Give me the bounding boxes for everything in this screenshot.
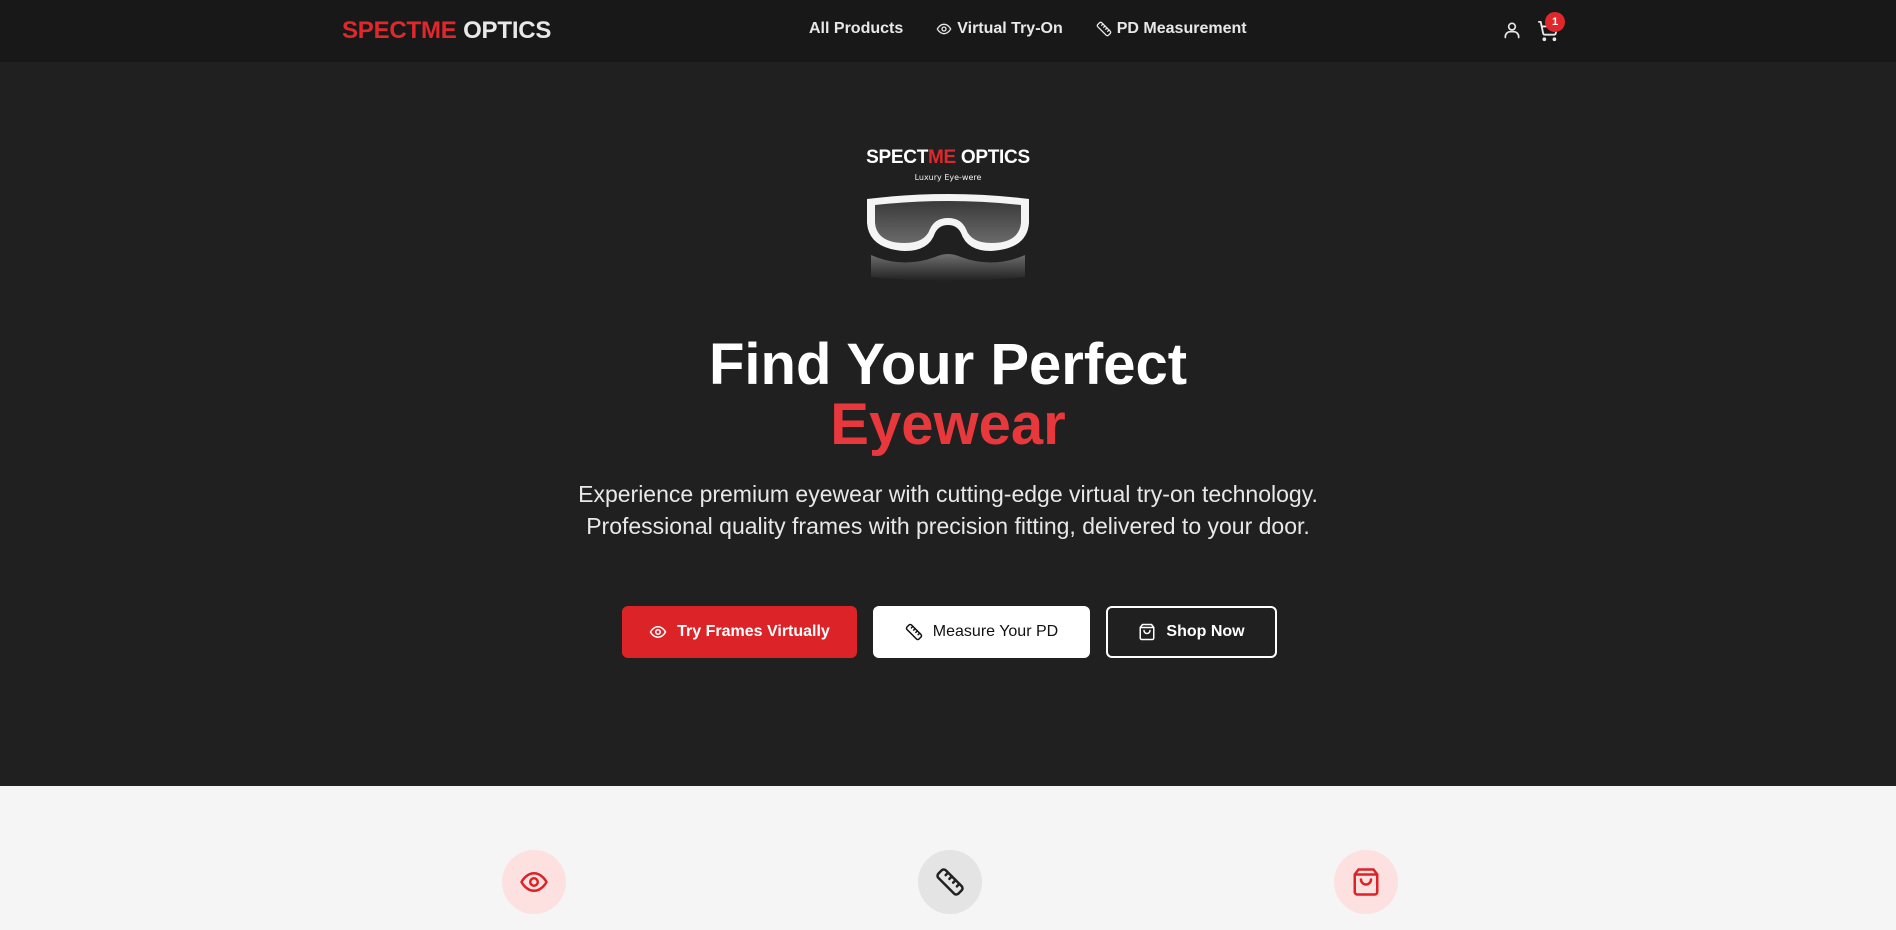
ruler-icon (905, 623, 923, 641)
ruler-icon (1096, 21, 1112, 37)
nav-virtual-try-on-label: Virtual Try-On (957, 20, 1063, 37)
eye-icon (649, 626, 667, 638)
hero-headline: Find Your Perfect Eyewear (0, 335, 1896, 455)
hero-section: SPECTME OPTICS Luxury Eye-were Find Your… (0, 62, 1896, 786)
eye-icon (520, 872, 548, 892)
main-nav: All Products Virtual Try-On PD Measureme… (809, 20, 1247, 38)
logo-red-text: SPECTME (342, 17, 457, 44)
brand-title-part2: ME (928, 147, 956, 168)
headline-line1: Find Your Perfect (708, 332, 1188, 397)
measure-pd-button[interactable]: Measure Your PD (873, 606, 1090, 658)
nav-virtual-try-on[interactable]: Virtual Try-On (936, 20, 1063, 38)
cart-count-badge: 1 (1545, 12, 1565, 32)
nav-pd-measurement[interactable]: PD Measurement (1096, 20, 1247, 38)
headline-accent: Eyewear (830, 392, 1066, 457)
ruler-icon (936, 868, 964, 896)
top-navbar: SPECTME OPTICS All Products Virtual Try-… (0, 0, 1896, 62)
brand-logo-title: SPECTME OPTICS (848, 147, 1048, 169)
nav-all-products[interactable]: All Products (809, 20, 903, 38)
user-account-icon[interactable] (1502, 20, 1522, 40)
hero-description: Experience premium eyewear with cutting-… (578, 481, 1318, 539)
logo-white-text: OPTICS (456, 17, 552, 44)
try-frames-button[interactable]: Try Frames Virtually (622, 606, 857, 658)
sunglasses-illustration (867, 194, 1029, 281)
shop-now-label: Shop Now (1166, 623, 1245, 640)
brand-logo-image: SPECTME OPTICS Luxury Eye-were (848, 147, 1048, 282)
site-logo[interactable]: SPECTME OPTICS (342, 17, 551, 45)
shopping-bag-icon (1139, 623, 1155, 641)
feature-pd-badge (918, 850, 982, 914)
eye-icon (936, 23, 952, 35)
brand-title-part1: SPECT (866, 147, 929, 168)
features-section (0, 786, 1896, 930)
feature-try-on-badge (502, 850, 566, 914)
feature-shop-badge (1334, 850, 1398, 914)
measure-pd-label: Measure Your PD (932, 623, 1059, 640)
brand-logo-subtitle: Luxury Eye-were (914, 173, 982, 182)
shop-now-button[interactable]: Shop Now (1106, 606, 1277, 658)
nav-all-products-label: All Products (809, 20, 904, 37)
brand-title-part3: OPTICS (955, 147, 1030, 168)
shopping-bag-icon (1353, 868, 1379, 896)
nav-pd-measurement-label: PD Measurement (1116, 20, 1247, 37)
try-frames-label: Try Frames Virtually (677, 623, 830, 640)
